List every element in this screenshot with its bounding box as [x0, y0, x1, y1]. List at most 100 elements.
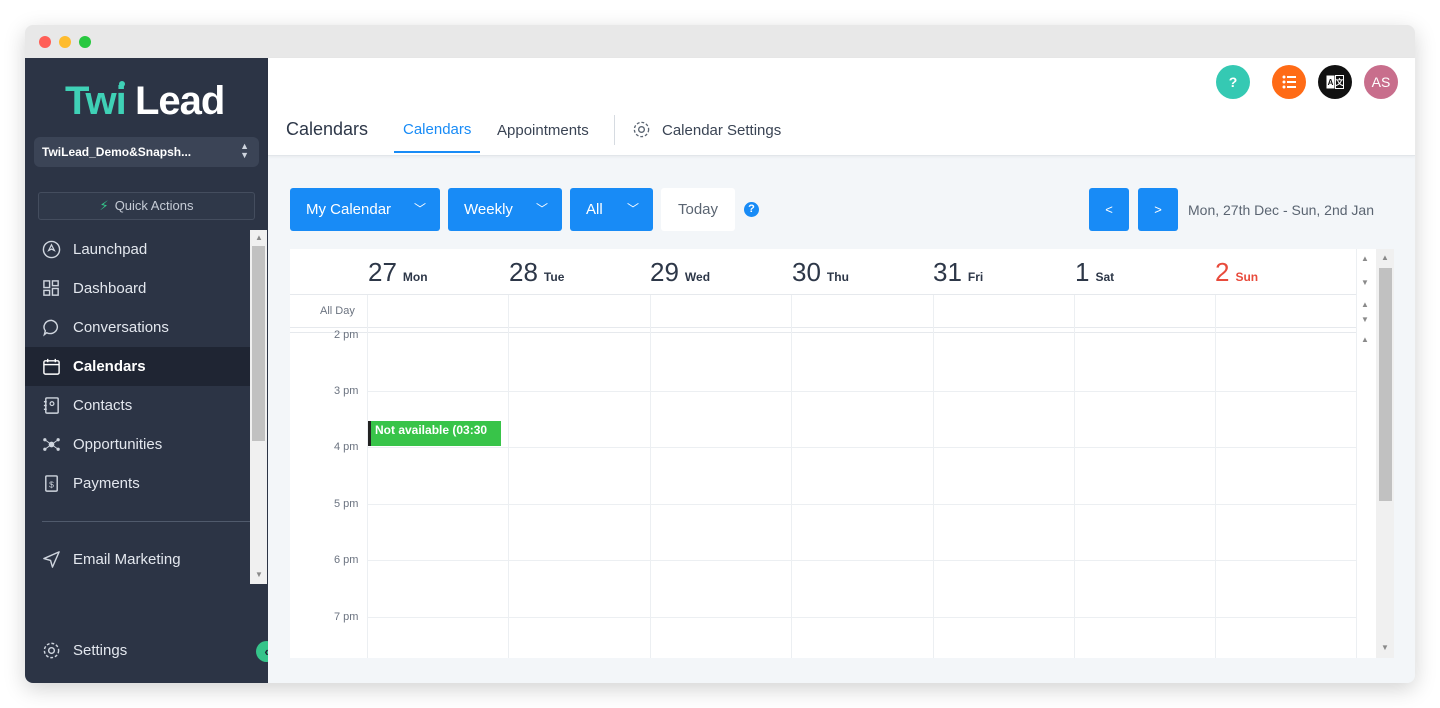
sidebar-item-contacts[interactable]: Contacts: [25, 386, 250, 425]
day-column-line: [1356, 249, 1357, 658]
header-bar: ? A文 AS Calendars Calendars Appointments…: [268, 58, 1415, 156]
translate-button[interactable]: A文: [1318, 65, 1352, 99]
header-scroll-down-arrow[interactable]: ▼: [1361, 278, 1369, 287]
sidebar-item-settings[interactable]: Settings: [25, 631, 250, 670]
all-day-label: All Day: [320, 305, 355, 317]
list-button[interactable]: [1272, 65, 1306, 99]
header-scroll-up-arrow[interactable]: ▲: [1361, 254, 1369, 263]
time-label: 3 pm: [334, 385, 359, 397]
chevron-updown-icon: ▲ ▼: [240, 141, 249, 160]
sidebar-item-email-marketing[interactable]: Email Marketing: [25, 540, 250, 579]
page-title: Calendars: [286, 119, 369, 139]
time-label: 4 pm: [334, 441, 359, 453]
allday-scroll-down-arrow[interactable]: ▼: [1361, 315, 1369, 324]
rocket-icon: [42, 240, 61, 259]
day-column-line: [367, 295, 368, 658]
day-header[interactable]: 28 Tue: [509, 257, 650, 288]
avatar[interactable]: AS: [1364, 65, 1398, 99]
svg-text:Twi: Twi: [65, 79, 126, 122]
day-column-line: [650, 295, 651, 658]
chevron-down-icon: ﹀: [413, 202, 426, 216]
time-label: 7 pm: [334, 611, 359, 623]
sidebar-item-launchpad[interactable]: Launchpad: [25, 230, 250, 269]
day-header[interactable]: 29 Wed: [650, 257, 791, 288]
hour-line: [368, 617, 1356, 618]
time-grid[interactable]: 2 pm 3 pm 4 pm 5 pm 6 pm 7 pm: [290, 329, 1356, 658]
scroll-up-arrow[interactable]: ▲: [1381, 253, 1389, 262]
sidebar-item-calendars[interactable]: Calendars: [25, 347, 250, 386]
today-button[interactable]: Today: [661, 188, 735, 231]
sidebar-scrollbar[interactable]: ▲ ▼: [250, 230, 267, 584]
help-icon[interactable]: ?: [744, 202, 759, 217]
grid-icon: [43, 280, 59, 296]
minimize-window-button[interactable]: [59, 36, 71, 48]
hour-line: [368, 560, 1356, 561]
sidebar-item-payments[interactable]: $ Payments: [25, 464, 250, 503]
bolt-icon: ⚡: [99, 198, 109, 213]
title-bar: [25, 25, 1415, 58]
day-header[interactable]: 30 Thu: [792, 257, 933, 288]
sidebar-item-dashboard[interactable]: Dashboard: [25, 269, 250, 308]
all-day-row: All Day: [290, 295, 1356, 328]
payments-icon: $: [45, 475, 58, 492]
week-calendar: 27 Mon 28 Tue 29 Wed 30 Thu 31 Fri 1 Sat 2 Sun …: [290, 249, 1394, 658]
day-header[interactable]: 1 Sat: [1075, 257, 1216, 288]
allday-scroll-up-arrow[interactable]: ▲: [1361, 300, 1369, 309]
twilead-logo: Twi Lead: [65, 79, 225, 122]
day-header-row: 27 Mon 28 Tue 29 Wed 30 Thu 31 Fri 1 Sat 2 Sun: [290, 249, 1356, 295]
date-range-label: Mon, 27th Dec - Sun, 2nd Jan: [1188, 202, 1374, 218]
prev-week-button[interactable]: <: [1089, 188, 1129, 231]
maximize-window-button[interactable]: [79, 36, 91, 48]
send-icon: [43, 551, 60, 568]
app-window: Twi Lead TwiLead_Demo&Snapsh... ▲ ▼ ⚡ Quic…: [25, 25, 1415, 683]
calendar-icon: [43, 358, 60, 375]
hour-line: [368, 504, 1356, 505]
view-select[interactable]: Weekly ﹀: [448, 188, 562, 231]
day-header[interactable]: 31 Fri: [933, 257, 1074, 288]
contacts-icon: [43, 397, 59, 414]
day-header[interactable]: 27 Mon: [368, 257, 509, 288]
tab-calendars[interactable]: Calendars: [403, 121, 471, 138]
chevron-down-icon: ﹀: [535, 202, 548, 216]
grid-scroll-up-arrow[interactable]: ▲: [1361, 335, 1369, 344]
account-switcher[interactable]: TwiLead_Demo&Snapsh... ▲ ▼: [34, 137, 259, 167]
svg-text:$: $: [49, 479, 54, 489]
calendar-event[interactable]: Not available (03:30: [368, 421, 501, 446]
chat-icon: [43, 319, 59, 337]
sidebar-item-conversations[interactable]: Conversations: [25, 308, 250, 347]
calendar-scrollbar[interactable]: ▲ ▼: [1376, 249, 1394, 658]
svg-text:A: A: [1328, 78, 1334, 87]
gear-icon: [43, 642, 60, 659]
time-label: 2 pm: [334, 329, 359, 341]
list-icon: [1282, 75, 1296, 89]
account-name: TwiLead_Demo&Snapsh...: [42, 145, 192, 159]
day-column-line: [1215, 295, 1216, 658]
filter-select[interactable]: All ﹀: [570, 188, 653, 231]
day-column-line: [508, 295, 509, 658]
tab-calendar-settings[interactable]: Calendar Settings: [632, 121, 781, 139]
day-column-line: [933, 295, 934, 658]
time-label: 6 pm: [334, 554, 359, 566]
sidebar-scroll-thumb[interactable]: [252, 246, 265, 441]
main-content: ? A文 AS Calendars Calendars Appointments…: [268, 58, 1415, 683]
help-button[interactable]: ?: [1216, 65, 1250, 99]
close-window-button[interactable]: [39, 36, 51, 48]
tab-appointments[interactable]: Appointments: [497, 122, 589, 139]
time-label: 5 pm: [334, 498, 359, 510]
quick-actions-button[interactable]: ⚡ Quick Actions: [38, 192, 255, 220]
tab-separator: [614, 115, 615, 145]
day-header[interactable]: 2 Sun: [1215, 257, 1356, 288]
svg-text:Lead: Lead: [135, 79, 224, 122]
sidebar-item-opportunities[interactable]: Opportunities: [25, 425, 250, 464]
svg-text:文: 文: [1336, 77, 1345, 87]
next-week-button[interactable]: >: [1138, 188, 1178, 231]
calendar-select[interactable]: My Calendar ﹀: [290, 188, 440, 231]
scroll-up-arrow[interactable]: ▲: [255, 233, 263, 242]
scroll-down-arrow[interactable]: ▼: [1381, 643, 1389, 652]
hour-line: [368, 447, 1356, 448]
hour-line: [368, 391, 1356, 392]
translate-icon: A文: [1326, 75, 1345, 89]
scroll-down-arrow[interactable]: ▼: [255, 570, 263, 579]
gear-icon: [633, 121, 650, 138]
calendar-scroll-thumb[interactable]: [1379, 268, 1392, 501]
